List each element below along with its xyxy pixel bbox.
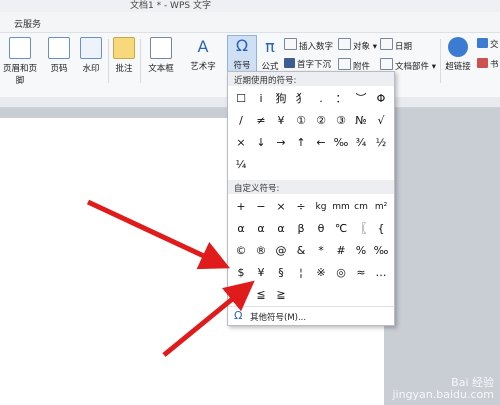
annotation-arrow-1 <box>86 199 231 270</box>
watermark: Bai 经验 jingyan.baidu.com <box>392 376 494 401</box>
annotation-arrows <box>86 199 255 357</box>
annotation-arrow-2 <box>162 280 255 357</box>
